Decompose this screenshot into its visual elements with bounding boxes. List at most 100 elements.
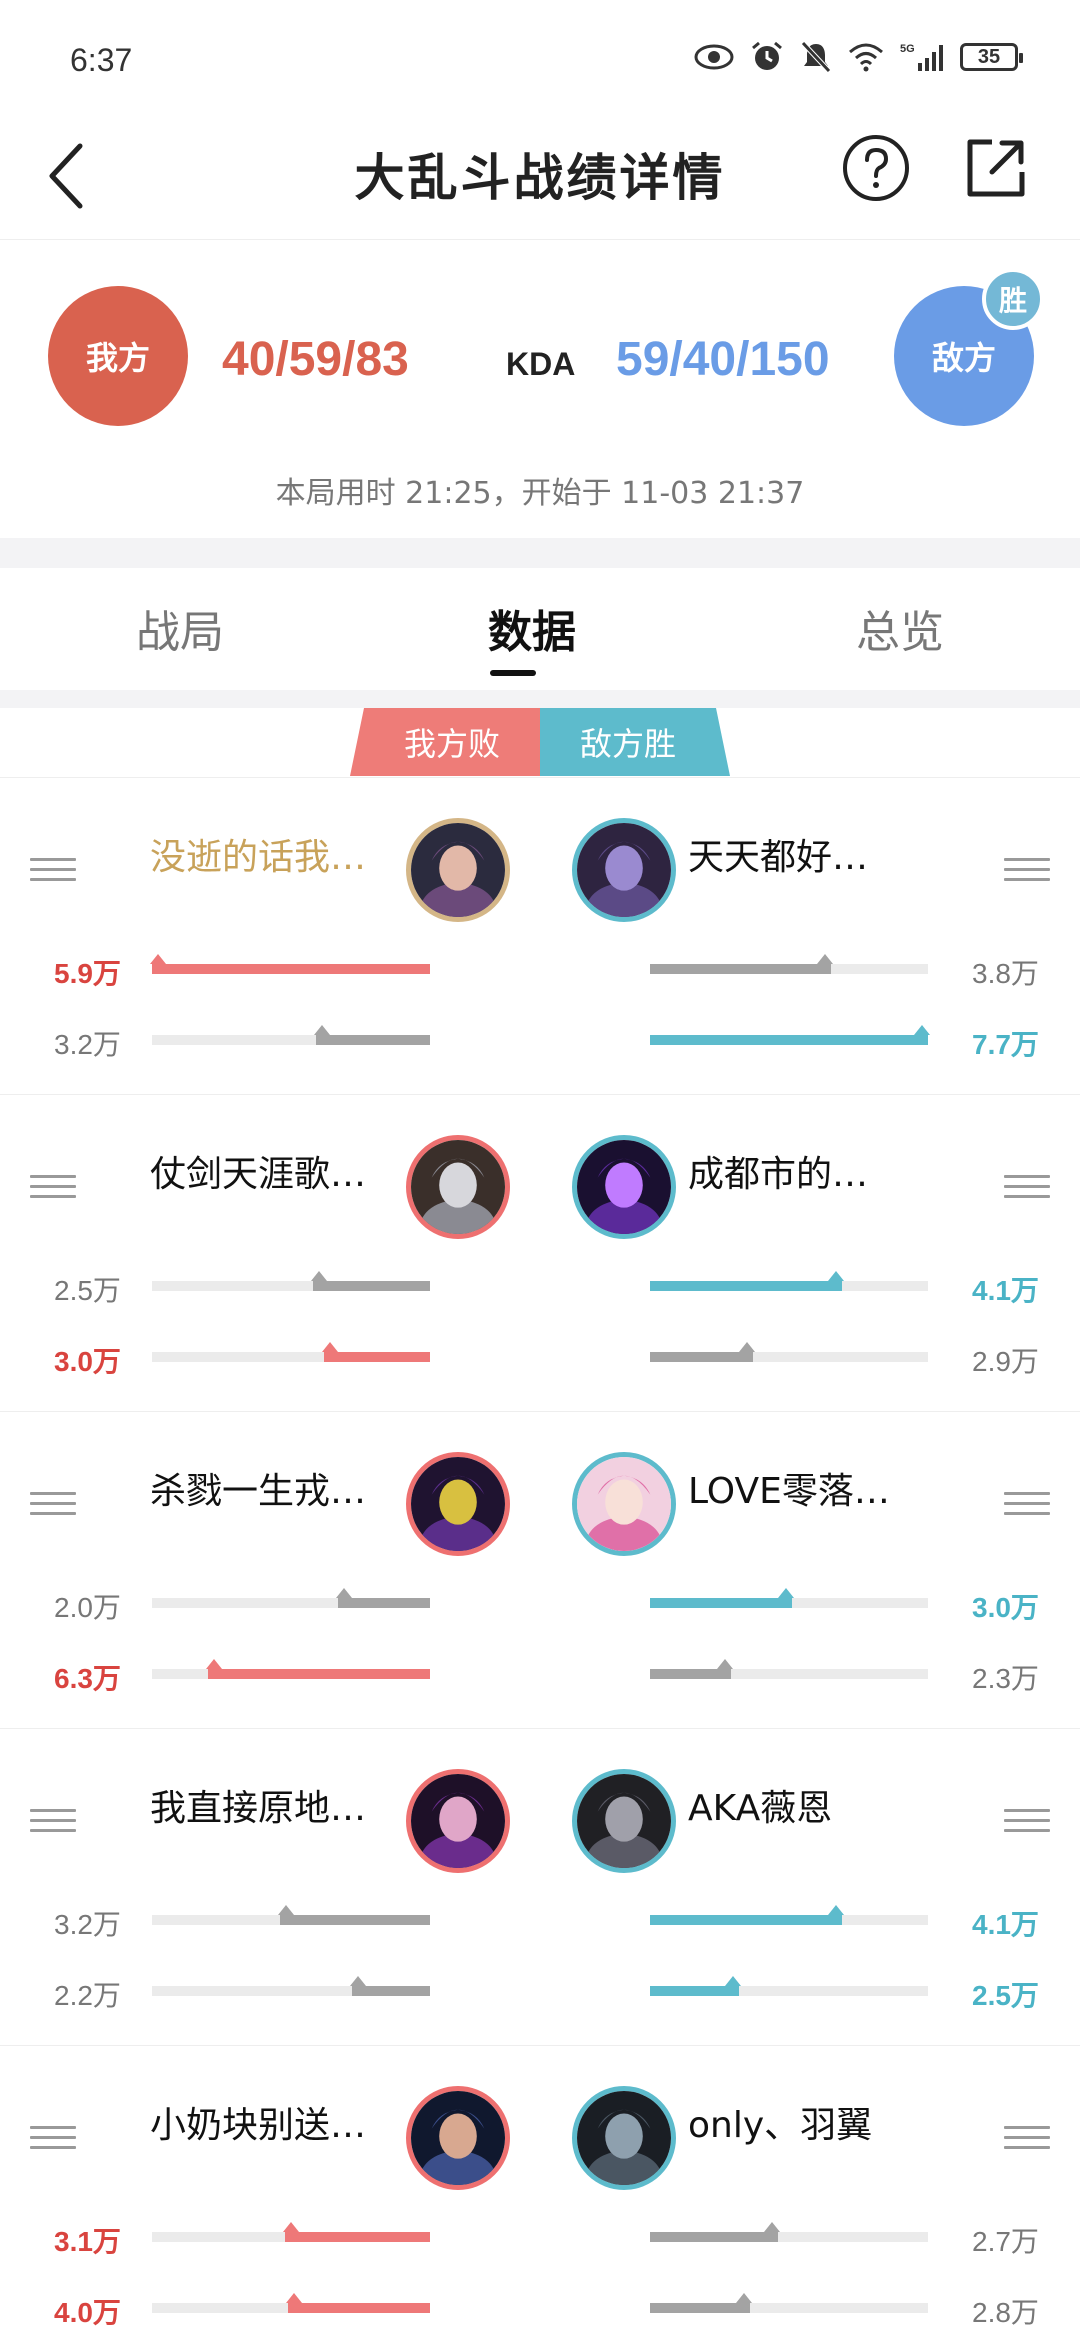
enemy-player-avatar[interactable] bbox=[572, 1769, 676, 1873]
tab-data[interactable]: 数据 bbox=[488, 596, 576, 660]
drag-handle-icon[interactable] bbox=[1004, 2126, 1050, 2154]
enemy-player-avatar[interactable] bbox=[572, 1452, 676, 1556]
dark-sorceress-avatar-art bbox=[411, 1774, 505, 1868]
result-ribbon: 我方败 敌方胜 bbox=[350, 708, 730, 776]
stat-bar-marker bbox=[205, 1659, 222, 1669]
my-team-badge: 我方 bbox=[48, 286, 188, 426]
stat-bar-marker bbox=[314, 1025, 331, 1035]
stat-bar-fill bbox=[650, 1598, 792, 1608]
stat-bar bbox=[150, 954, 430, 974]
stat-bar bbox=[152, 1905, 430, 1925]
my-player-avatar[interactable] bbox=[406, 1769, 510, 1873]
player-row[interactable]: 没逝的话我… 天天都好… 5.9万 3.8万 3.2万 7.7万 bbox=[0, 778, 1080, 1095]
stat-bar bbox=[152, 2222, 430, 2242]
svg-text:5G: 5G bbox=[900, 43, 915, 55]
signal-5g-icon: 5G bbox=[900, 43, 943, 71]
stat-bar-fill bbox=[650, 1352, 753, 1362]
my-stat-taken: 3.2万 bbox=[54, 1029, 121, 1060]
drag-handle-icon[interactable] bbox=[30, 2126, 76, 2154]
my-player-name: 杀戮一生戎… bbox=[150, 1471, 367, 1512]
stat-bar bbox=[152, 1342, 430, 1362]
stat-bar bbox=[650, 1271, 928, 1291]
stat-bar bbox=[152, 1271, 430, 1291]
stat-bar-fill bbox=[650, 1281, 842, 1291]
stat-bar bbox=[152, 1588, 430, 1608]
stat-bar-fill bbox=[288, 2303, 430, 2313]
enemy-stat-taken: 7.7万 bbox=[972, 1029, 1039, 1060]
stat-bar-fill bbox=[324, 1352, 430, 1362]
purple-monster-avatar-art bbox=[411, 1457, 505, 1551]
my-stat-taken: 3.0万 bbox=[54, 1346, 121, 1377]
stat-bar-fill bbox=[650, 2232, 778, 2242]
stat-bar bbox=[650, 1659, 928, 1679]
player-row[interactable]: 杀戮一生戎… LOVE零落… 2.0万 3.0万 6.3万 2.3万 bbox=[0, 1412, 1080, 1729]
stat-bar-fill bbox=[316, 1035, 430, 1045]
drag-handle-icon[interactable] bbox=[1004, 1809, 1050, 1837]
my-player-name: 仗剑天涯歌… bbox=[150, 1154, 367, 1195]
my-stat-damage: 3.2万 bbox=[54, 1909, 121, 1940]
eye-icon bbox=[694, 44, 734, 70]
player-row[interactable]: 小奶块别送… only、羽翼 3.1万 2.7万 4.0万 2.8万 bbox=[0, 2046, 1080, 2340]
section-divider bbox=[0, 690, 1080, 708]
drag-handle-icon[interactable] bbox=[1004, 1492, 1050, 1520]
tab-battle[interactable]: 战局 bbox=[136, 596, 224, 660]
stat-bar-marker bbox=[736, 2293, 753, 2303]
stat-bar-fill bbox=[152, 964, 430, 974]
stat-bar-marker bbox=[914, 1025, 930, 1035]
stat-bar-fill bbox=[338, 1598, 430, 1608]
drag-handle-icon[interactable] bbox=[1004, 858, 1050, 886]
status-time: 6:37 bbox=[70, 42, 133, 78]
void-crystal-avatar-art bbox=[577, 1140, 671, 1234]
blue-swordsman-avatar-art bbox=[411, 2091, 505, 2185]
drag-handle-icon[interactable] bbox=[30, 858, 76, 886]
alarm-icon bbox=[752, 41, 782, 70]
player-row[interactable]: 仗剑天涯歌… 成都市的… 2.5万 4.1万 3.0万 2.9万 bbox=[0, 1095, 1080, 1412]
status-icons: 5G 35 bbox=[694, 40, 1023, 74]
stat-bar-marker bbox=[777, 1588, 794, 1598]
stat-bar-fill bbox=[650, 1986, 739, 1996]
share-icon[interactable] bbox=[962, 134, 1030, 202]
my-stat-damage: 3.1万 bbox=[54, 2226, 121, 2257]
stat-bar-fill bbox=[650, 1035, 928, 1045]
player-row[interactable]: 我直接原地… AKA薇恩 3.2万 4.1万 2.2万 2.5万 bbox=[0, 1729, 1080, 2046]
drag-handle-icon[interactable] bbox=[30, 1175, 76, 1203]
enemy-player-avatar[interactable] bbox=[572, 818, 676, 922]
pink-hair-avatar-art bbox=[577, 1457, 671, 1551]
my-player-name: 小奶块别送… bbox=[150, 2105, 367, 2146]
my-player-avatar[interactable] bbox=[406, 2086, 510, 2190]
my-player-name: 没逝的话我… bbox=[150, 837, 367, 878]
enemy-stat-damage: 3.8万 bbox=[972, 958, 1039, 989]
enemy-player-avatar[interactable] bbox=[572, 2086, 676, 2190]
stat-bar-marker bbox=[336, 1588, 353, 1598]
enemy-stat-taken: 2.3万 bbox=[972, 1663, 1039, 1694]
stat-bar-marker bbox=[763, 2222, 780, 2232]
purple-brute-avatar-art bbox=[577, 823, 671, 917]
my-player-avatar[interactable] bbox=[406, 1452, 510, 1556]
my-stat-taken: 2.2万 bbox=[54, 1980, 121, 2011]
stat-bar-fill bbox=[279, 1915, 430, 1925]
stat-bar-marker bbox=[283, 2222, 300, 2232]
tab-overview[interactable]: 总览 bbox=[856, 596, 944, 660]
enemy-stat-damage: 2.7万 bbox=[972, 2226, 1039, 2257]
my-team-kda: 40/59/83 bbox=[222, 333, 409, 386]
my-stat-taken: 6.3万 bbox=[54, 1663, 121, 1694]
drag-handle-icon[interactable] bbox=[1004, 1175, 1050, 1203]
helmet-ranger-avatar-art bbox=[577, 1774, 671, 1868]
my-player-avatar[interactable] bbox=[406, 818, 510, 922]
enemy-player-avatar[interactable] bbox=[572, 1135, 676, 1239]
drag-handle-icon[interactable] bbox=[30, 1809, 76, 1837]
stat-bar bbox=[650, 2293, 928, 2313]
enemy-stat-damage: 4.1万 bbox=[972, 1909, 1039, 1940]
battery-level: 35 bbox=[977, 45, 1001, 68]
page-title: 大乱斗战绩详情 bbox=[354, 149, 726, 207]
help-icon[interactable] bbox=[840, 132, 912, 204]
drag-handle-icon[interactable] bbox=[30, 1492, 76, 1520]
stat-bar-marker bbox=[716, 1659, 733, 1669]
my-player-avatar[interactable] bbox=[406, 1135, 510, 1239]
battery-icon: 35 bbox=[960, 43, 1023, 71]
stat-bar-fill bbox=[650, 1669, 731, 1679]
enemy-stat-damage: 3.0万 bbox=[972, 1592, 1039, 1623]
stat-bar bbox=[650, 1905, 928, 1925]
wifi-icon bbox=[849, 43, 883, 72]
masked-warrior-avatar-art bbox=[411, 1140, 505, 1234]
